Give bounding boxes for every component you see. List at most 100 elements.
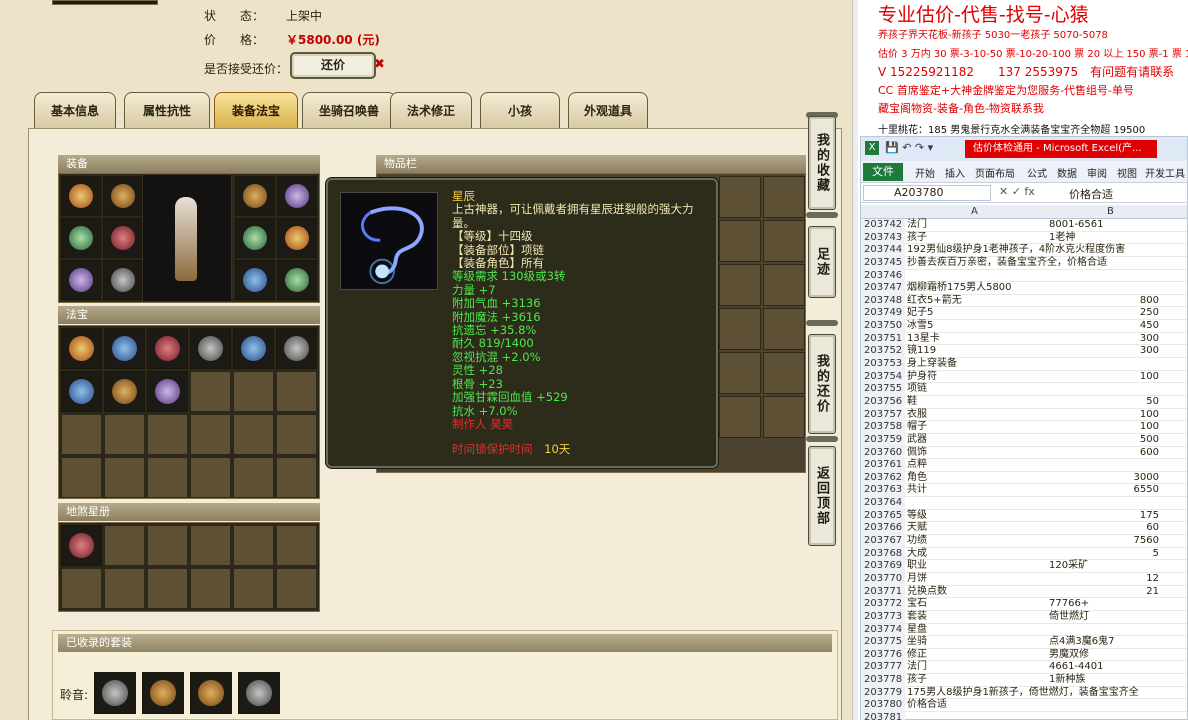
tab-appearance[interactable]: 外观道具: [568, 92, 648, 128]
cell-a[interactable]: 月饼: [907, 573, 1047, 586]
cell-a[interactable]: 坐骑: [907, 636, 1047, 649]
file-tab[interactable]: 文件: [863, 163, 903, 181]
table-row[interactable]: 203754 护身符 100: [861, 370, 1187, 384]
ribbon-tab[interactable]: 数据: [1057, 165, 1077, 180]
table-row[interactable]: 203766 天赋 60: [861, 522, 1187, 536]
cell-b[interactable]: 500: [1047, 434, 1163, 447]
table-row[interactable]: 203780 价格合适: [861, 699, 1187, 712]
ribbon-tab[interactable]: 开始: [915, 165, 935, 180]
table-row[interactable]: 203765 等级 175: [861, 509, 1187, 523]
table-row[interactable]: 203760 佩饰 600: [861, 446, 1187, 460]
equipment-slot-icon[interactable]: [235, 218, 275, 258]
cell-a[interactable]: 角色: [907, 472, 1047, 485]
cell-b[interactable]: 100: [1047, 421, 1163, 434]
table-row[interactable]: 203745 抄善去疾百万亲密，装备宝宝齐全，价格合适: [861, 256, 1187, 270]
cell-a[interactable]: 职业: [907, 560, 1047, 573]
cell-b[interactable]: 300: [1047, 333, 1163, 346]
cell-b[interactable]: 60: [1047, 522, 1163, 535]
equipment-slot-icon[interactable]: [235, 176, 275, 216]
table-row[interactable]: 203744 192男仙8级护身1老神孩子，4阶水克火程度伤害: [861, 244, 1187, 257]
bargain-button[interactable]: 还价: [290, 52, 376, 79]
tab-equipment[interactable]: 装备法宝: [214, 92, 298, 128]
cell-a[interactable]: 大成: [907, 548, 1047, 561]
cell-b[interactable]: 1新种族: [1047, 674, 1187, 687]
cell-a[interactable]: 价格合适: [907, 699, 1047, 712]
table-row[interactable]: 203768 大成 5: [861, 547, 1187, 561]
tab-attributes[interactable]: 属性抗性: [124, 92, 210, 128]
row-number[interactable]: 203755: [861, 383, 905, 396]
row-number[interactable]: 203770: [861, 572, 905, 586]
table-row[interactable]: 203764: [861, 497, 1187, 510]
table-row[interactable]: 203758 帽子 100: [861, 421, 1187, 434]
row-number[interactable]: 203752: [861, 345, 905, 358]
cell-a[interactable]: 冰雪5: [907, 320, 1047, 333]
cell-b[interactable]: 450: [1047, 320, 1163, 333]
equipment-slot-icon[interactable]: [61, 218, 101, 258]
row-number[interactable]: 203743: [861, 231, 905, 245]
cell-a[interactable]: 抄善去疾百万亲密，装备宝宝齐全，价格合适: [907, 257, 1107, 270]
table-row[interactable]: 203759 武器 500: [861, 433, 1187, 447]
cell-b[interactable]: 250: [1047, 307, 1163, 320]
cell-a[interactable]: 13星卡: [907, 333, 1047, 346]
table-row[interactable]: 203769 职业 120采矿: [861, 560, 1187, 573]
table-row[interactable]: 203773 套装 倚世燃灯: [861, 610, 1187, 624]
cell-a[interactable]: 烟柳霜桥175男人5800: [907, 282, 1047, 295]
table-row[interactable]: 203761 点粹: [861, 459, 1187, 472]
row-number[interactable]: 203781: [861, 711, 905, 720]
row-number[interactable]: 203768: [861, 547, 905, 561]
row-number[interactable]: 203762: [861, 471, 905, 485]
cell-b[interactable]: 120采矿: [1047, 560, 1187, 573]
row-number[interactable]: 203765: [861, 509, 905, 523]
cell-b[interactable]: 4661-4401: [1047, 661, 1187, 674]
table-row[interactable]: 203756 鞋 50: [861, 395, 1187, 409]
row-number[interactable]: 203779: [861, 686, 905, 700]
cell-b[interactable]: 100: [1047, 409, 1163, 422]
footprint-button[interactable]: 足迹: [808, 226, 836, 298]
equipment-slot-icon[interactable]: [235, 260, 275, 300]
cell-a[interactable]: 武器: [907, 434, 1047, 447]
cell-b[interactable]: 男魔双修: [1047, 649, 1187, 662]
tab-children[interactable]: 小孩: [480, 92, 560, 128]
cell-a[interactable]: 宝石: [907, 598, 1047, 611]
row-number[interactable]: 203745: [861, 256, 905, 270]
ribbon-tab[interactable]: 页面布局: [975, 165, 1015, 180]
row-number[interactable]: 203757: [861, 408, 905, 422]
table-row[interactable]: 203781: [861, 711, 1187, 720]
quick-access-icons[interactable]: 💾 ↶ ↷ ▾: [885, 141, 933, 154]
table-row[interactable]: 203755 项链: [861, 383, 1187, 396]
ribbon-tab[interactable]: 审阅: [1087, 165, 1107, 180]
cell-b[interactable]: 倚世燃灯: [1047, 611, 1187, 624]
set-item-icon[interactable]: [142, 672, 184, 714]
cell-a[interactable]: 175男人8级护身1新孩子，倚世燃灯，装备宝宝齐全: [907, 687, 1139, 700]
row-number[interactable]: 203761: [861, 459, 905, 472]
cell-b[interactable]: 300: [1047, 345, 1163, 358]
row-number[interactable]: 203771: [861, 585, 905, 599]
equipment-slot-icon[interactable]: [277, 218, 317, 258]
cell-a[interactable]: 点粹: [907, 459, 1047, 472]
tab-basic-info[interactable]: 基本信息: [34, 92, 116, 128]
table-row[interactable]: 203743 孩子 1老神: [861, 231, 1187, 245]
cell-b[interactable]: 3000: [1047, 472, 1163, 485]
table-row[interactable]: 203774 星盘: [861, 623, 1187, 637]
row-number[interactable]: 203760: [861, 446, 905, 460]
back-to-top-button[interactable]: 返回顶部: [808, 446, 836, 546]
ribbon-tab[interactable]: 插入: [945, 165, 965, 180]
cell-a[interactable]: 法门: [907, 661, 1047, 674]
my-bargains-button[interactable]: 我的还价: [808, 334, 836, 434]
row-number[interactable]: 203754: [861, 370, 905, 384]
cell-b[interactable]: 6550: [1047, 484, 1163, 497]
cell-b[interactable]: 8001-6561: [1047, 219, 1187, 232]
table-row[interactable]: 203778 孩子 1新种族: [861, 674, 1187, 687]
row-number[interactable]: 203777: [861, 661, 905, 675]
set-item-icon[interactable]: [94, 672, 136, 714]
table-row[interactable]: 203776 修正 男魔双修: [861, 648, 1187, 662]
cell-a[interactable]: 项链: [907, 383, 1047, 396]
ribbon-tab[interactable]: 公式: [1027, 165, 1047, 180]
close-icon[interactable]: ✖: [374, 57, 385, 72]
treasure-slot-icon[interactable]: [276, 328, 317, 369]
row-number[interactable]: 203778: [861, 674, 905, 687]
table-row[interactable]: 203770 月饼 12: [861, 572, 1187, 586]
table-row[interactable]: 203748 红衣5+箭无 800: [861, 294, 1187, 308]
cell-a[interactable]: 鞋: [907, 396, 1047, 409]
treasure-slot-icon[interactable]: [190, 328, 231, 369]
